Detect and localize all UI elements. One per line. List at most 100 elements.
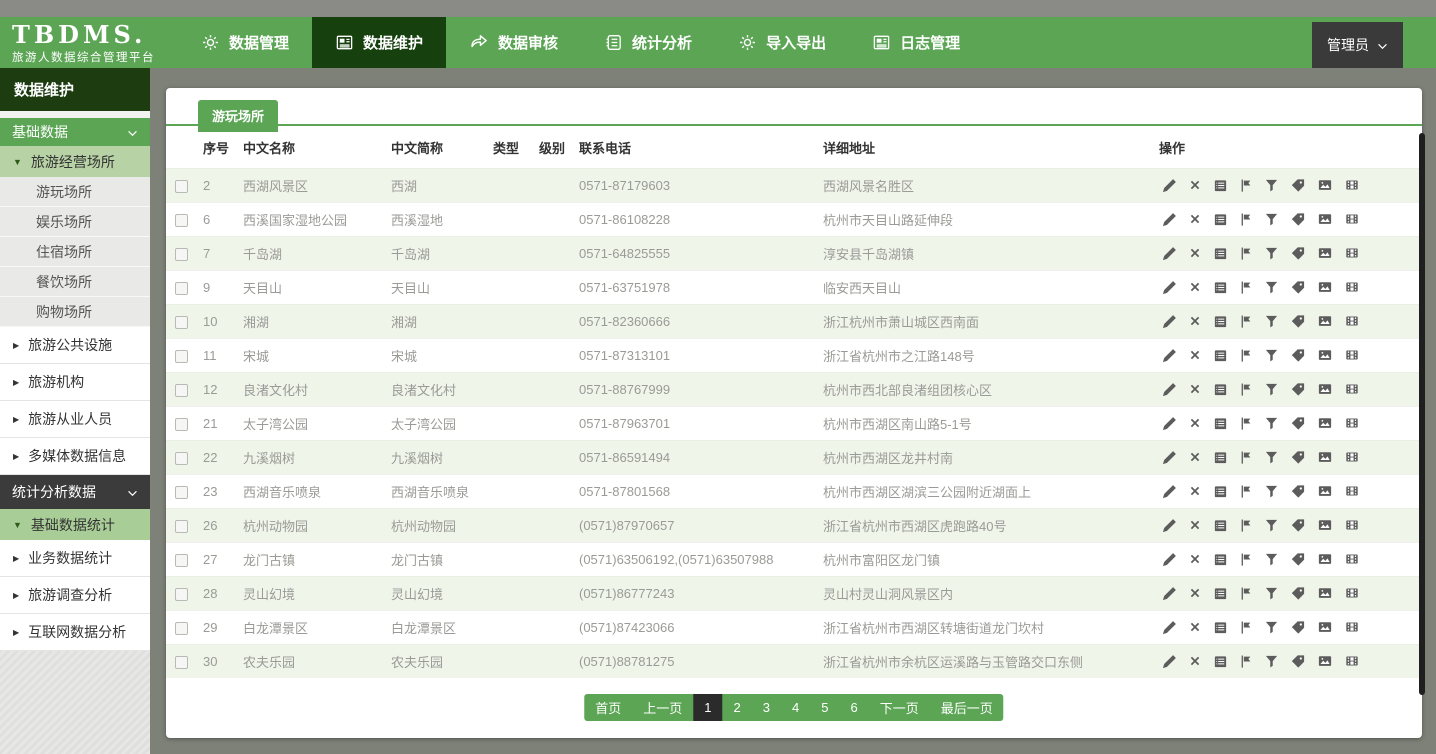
flag-icon[interactable] [1239, 314, 1253, 329]
detail-icon[interactable] [1213, 212, 1228, 227]
image-icon[interactable] [1317, 348, 1333, 362]
image-icon[interactable] [1317, 654, 1333, 668]
video-icon[interactable] [1344, 348, 1360, 362]
image-icon[interactable] [1317, 246, 1333, 260]
nav-item-data-management[interactable]: 数据管理 [178, 17, 312, 68]
row-checkbox[interactable] [175, 588, 188, 601]
edit-icon[interactable] [1162, 348, 1177, 363]
image-icon[interactable] [1317, 484, 1333, 498]
row-checkbox[interactable] [175, 214, 188, 227]
page-button[interactable]: 首页 [584, 694, 632, 721]
nav-item-import-export[interactable]: 导入导出 [715, 17, 849, 68]
detail-icon[interactable] [1213, 416, 1228, 431]
video-icon[interactable] [1344, 654, 1360, 668]
row-checkbox[interactable] [175, 384, 188, 397]
page-button[interactable]: 4 [781, 694, 810, 721]
sidebar-item-tourism-agencies[interactable]: ▶ 旅游机构 [0, 364, 150, 401]
flag-icon[interactable] [1239, 178, 1253, 193]
row-checkbox[interactable] [175, 520, 188, 533]
filter-icon[interactable] [1264, 450, 1279, 465]
delete-icon[interactable] [1188, 450, 1202, 464]
sidebar-group-basic-data[interactable]: 基础数据 [0, 118, 150, 146]
row-checkbox[interactable] [175, 180, 188, 193]
page-button[interactable]: 5 [810, 694, 839, 721]
video-icon[interactable] [1344, 382, 1360, 396]
image-icon[interactable] [1317, 552, 1333, 566]
row-checkbox[interactable] [175, 554, 188, 567]
video-icon[interactable] [1344, 280, 1360, 294]
detail-icon[interactable] [1213, 484, 1228, 499]
image-icon[interactable] [1317, 314, 1333, 328]
filter-icon[interactable] [1264, 382, 1279, 397]
edit-icon[interactable] [1162, 246, 1177, 261]
vertical-scrollbar[interactable] [1419, 133, 1425, 695]
flag-icon[interactable] [1239, 450, 1253, 465]
page-button[interactable]: 上一页 [632, 694, 693, 721]
delete-icon[interactable] [1188, 654, 1202, 668]
admin-dropdown[interactable]: 管理员 [1312, 22, 1403, 68]
image-icon[interactable] [1317, 178, 1333, 192]
detail-icon[interactable] [1213, 314, 1228, 329]
detail-icon[interactable] [1213, 654, 1228, 669]
tag-icon[interactable] [1290, 484, 1306, 499]
row-checkbox[interactable] [175, 452, 188, 465]
edit-icon[interactable] [1162, 620, 1177, 635]
delete-icon[interactable] [1188, 586, 1202, 600]
delete-icon[interactable] [1188, 280, 1202, 294]
tag-icon[interactable] [1290, 348, 1306, 363]
video-icon[interactable] [1344, 620, 1360, 634]
video-icon[interactable] [1344, 484, 1360, 498]
nav-item-data-audit[interactable]: 数据审核 [446, 17, 581, 68]
page-button[interactable]: 2 [723, 694, 752, 721]
filter-icon[interactable] [1264, 552, 1279, 567]
nav-item-statistics[interactable]: 统计分析 [581, 17, 715, 68]
tag-icon[interactable] [1290, 212, 1306, 227]
delete-icon[interactable] [1188, 382, 1202, 396]
image-icon[interactable] [1317, 280, 1333, 294]
sidebar-item-entertainment-places[interactable]: 娱乐场所 [0, 207, 150, 237]
flag-icon[interactable] [1239, 280, 1253, 295]
row-checkbox[interactable] [175, 282, 188, 295]
nav-item-data-maintenance[interactable]: 数据维护 [312, 17, 446, 68]
delete-icon[interactable] [1188, 484, 1202, 498]
page-button[interactable]: 下一页 [869, 694, 930, 721]
page-button[interactable]: 3 [752, 694, 781, 721]
delete-icon[interactable] [1188, 518, 1202, 532]
filter-icon[interactable] [1264, 246, 1279, 261]
image-icon[interactable] [1317, 450, 1333, 464]
edit-icon[interactable] [1162, 314, 1177, 329]
filter-icon[interactable] [1264, 586, 1279, 601]
edit-icon[interactable] [1162, 518, 1177, 533]
detail-icon[interactable] [1213, 280, 1228, 295]
page-button[interactable]: 1 [693, 694, 722, 721]
detail-icon[interactable] [1213, 552, 1228, 567]
video-icon[interactable] [1344, 178, 1360, 192]
flag-icon[interactable] [1239, 212, 1253, 227]
filter-icon[interactable] [1264, 212, 1279, 227]
image-icon[interactable] [1317, 212, 1333, 226]
filter-icon[interactable] [1264, 654, 1279, 669]
tag-icon[interactable] [1290, 314, 1306, 329]
tag-icon[interactable] [1290, 178, 1306, 193]
flag-icon[interactable] [1239, 518, 1253, 533]
row-checkbox[interactable] [175, 350, 188, 363]
filter-icon[interactable] [1264, 620, 1279, 635]
flag-icon[interactable] [1239, 654, 1253, 669]
video-icon[interactable] [1344, 586, 1360, 600]
tag-icon[interactable] [1290, 450, 1306, 465]
flag-icon[interactable] [1239, 552, 1253, 567]
image-icon[interactable] [1317, 382, 1333, 396]
edit-icon[interactable] [1162, 416, 1177, 431]
page-button[interactable]: 6 [839, 694, 868, 721]
tag-icon[interactable] [1290, 620, 1306, 635]
tag-icon[interactable] [1290, 518, 1306, 533]
sidebar-group-statistics-data[interactable]: 统计分析数据 [0, 475, 150, 509]
edit-icon[interactable] [1162, 178, 1177, 193]
filter-icon[interactable] [1264, 348, 1279, 363]
detail-icon[interactable] [1213, 348, 1228, 363]
filter-icon[interactable] [1264, 314, 1279, 329]
delete-icon[interactable] [1188, 178, 1202, 192]
video-icon[interactable] [1344, 212, 1360, 226]
video-icon[interactable] [1344, 416, 1360, 430]
edit-icon[interactable] [1162, 382, 1177, 397]
